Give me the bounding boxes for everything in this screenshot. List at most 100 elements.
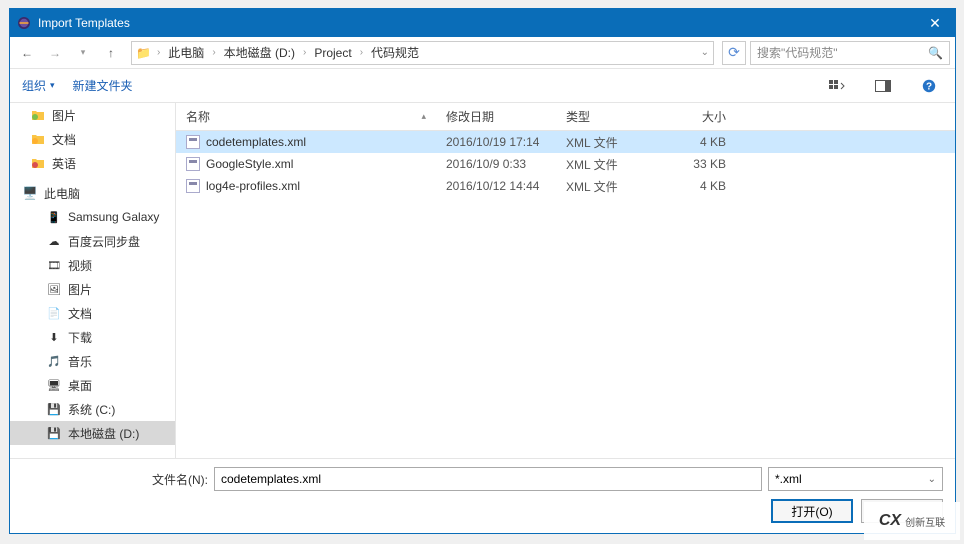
file-row[interactable]: codetemplates.xml2016/10/19 17:14XML 文件4…	[176, 131, 955, 153]
sidebar-item[interactable]: 🎞 视频	[10, 253, 175, 277]
xml-file-icon	[186, 179, 200, 193]
sidebar-quick-item[interactable]: 图片	[10, 103, 175, 127]
sidebar-quick-item[interactable]: 英语	[10, 151, 175, 175]
device-icon: 💾	[46, 401, 62, 417]
col-size-header[interactable]: 大小	[676, 103, 736, 130]
xml-file-icon	[186, 157, 200, 171]
device-icon: 📱	[46, 209, 62, 225]
sidebar-item-label: 下载	[68, 329, 92, 346]
svg-text:?: ?	[926, 81, 932, 92]
search-input[interactable]: 搜索"代码规范" 🔍	[750, 41, 950, 65]
crumb-drive[interactable]: 本地磁盘 (D:)	[220, 44, 299, 61]
search-placeholder: 搜索"代码规范"	[757, 44, 838, 61]
device-icon: 🎞	[46, 257, 62, 273]
help-button[interactable]: ?	[915, 76, 943, 96]
open-button[interactable]: 打开(O)	[771, 499, 853, 523]
window-title: Import Templates	[38, 16, 130, 30]
device-icon: ⬇	[46, 329, 62, 345]
footer: 文件名(N): *.xml ⌄ 打开(O)	[10, 458, 955, 533]
file-size: 33 KB	[676, 153, 736, 175]
titlebar: Import Templates ✕	[10, 9, 955, 37]
watermark: CX 创新互联	[864, 502, 960, 540]
chevron-right-icon: ›	[210, 47, 217, 58]
sidebar-item[interactable]: ☁ 百度云同步盘	[10, 229, 175, 253]
sidebar-item[interactable]: 📄 文档	[10, 301, 175, 325]
chevron-right-icon: ›	[155, 47, 162, 58]
sidebar-item-label: 此电脑	[44, 185, 80, 202]
file-name: GoogleStyle.xml	[206, 157, 293, 171]
sidebar-item[interactable]: 📱 Samsung Galaxy	[10, 205, 175, 229]
device-icon: 🖥	[46, 377, 62, 393]
sidebar-item-label: 桌面	[68, 377, 92, 394]
folder-icon	[30, 155, 46, 171]
device-icon: 📄	[46, 305, 62, 321]
device-icon: ☁	[46, 233, 62, 249]
chevron-right-icon: ›	[301, 47, 308, 58]
file-size: 4 KB	[676, 131, 736, 153]
sidebar-item-label: 文档	[68, 305, 92, 322]
sidebar-item[interactable]: 💾 本地磁盘 (D:)	[10, 421, 175, 445]
sidebar-item-label: 本地磁盘 (D:)	[68, 425, 139, 442]
crumb-last[interactable]: 代码规范	[367, 44, 423, 61]
breadcrumb[interactable]: 📁 › 此电脑 › 本地磁盘 (D:) › Project › 代码规范 ⌄	[131, 41, 714, 65]
forward-button[interactable]: →	[43, 41, 67, 65]
watermark-logo: CX	[879, 512, 901, 530]
column-headers: 名称▴ 修改日期 类型 大小	[176, 103, 955, 131]
file-row[interactable]: GoogleStyle.xml 2016/10/9 0:33XML 文件33 KB	[176, 153, 955, 175]
recent-dropdown[interactable]: ▾	[71, 41, 95, 65]
sidebar: 图片文档英语🖥️此电脑📱Samsung Galaxy☁百度云同步盘🎞视频🖼图片📄…	[10, 103, 176, 458]
sidebar-item-label: 视频	[68, 257, 92, 274]
file-size: 4 KB	[676, 175, 736, 197]
file-date: 2016/10/19 17:14	[436, 131, 556, 153]
filename-input[interactable]	[214, 467, 762, 491]
file-row[interactable]: log4e-profiles.xml2016/10/12 14:44XML 文件…	[176, 175, 955, 197]
sidebar-item-label: 音乐	[68, 353, 92, 370]
file-rows: codetemplates.xml2016/10/19 17:14XML 文件4…	[176, 131, 955, 197]
up-button[interactable]: ↑	[99, 41, 123, 65]
file-type: XML 文件	[556, 175, 676, 197]
refresh-button[interactable]: ⟳	[722, 41, 746, 65]
close-button[interactable]: ✕	[915, 9, 955, 37]
new-folder-button[interactable]: 新建文件夹	[73, 77, 133, 94]
sidebar-item-label: 系统 (C:)	[68, 401, 115, 418]
sidebar-item[interactable]: 🖼图片	[10, 277, 175, 301]
folder-icon: 📁	[136, 46, 151, 60]
sidebar-item-label: 文档	[52, 131, 76, 148]
organize-menu[interactable]: 组织 ▾	[22, 77, 55, 94]
sidebar-item-label: 图片	[52, 107, 76, 124]
chevron-down-icon: ▾	[50, 80, 55, 91]
device-icon: 💾	[46, 425, 62, 441]
file-type: XML 文件	[556, 131, 676, 153]
back-button[interactable]: ←	[15, 41, 39, 65]
sidebar-item[interactable]: 💾 系统 (C:)	[10, 397, 175, 421]
body: 图片文档英语🖥️此电脑📱Samsung Galaxy☁百度云同步盘🎞视频🖼图片📄…	[10, 103, 955, 458]
toolbar: 组织 ▾ 新建文件夹 ?	[10, 69, 955, 103]
preview-pane-button[interactable]	[869, 76, 897, 96]
chevron-down-icon[interactable]: ⌄	[701, 47, 709, 58]
file-name: log4e-profiles.xml	[206, 179, 300, 193]
crumb-project[interactable]: Project	[310, 46, 355, 60]
filename-label: 文件名(N):	[138, 471, 208, 488]
crumb-root[interactable]: 此电脑	[164, 44, 208, 61]
sidebar-item[interactable]: 🖥 桌面	[10, 373, 175, 397]
nav-row: ← → ▾ ↑ 📁 › 此电脑 › 本地磁盘 (D:) › Project › …	[10, 37, 955, 69]
sidebar-computer[interactable]: 🖥️此电脑	[10, 181, 175, 205]
eclipse-icon	[16, 15, 32, 31]
col-type-header[interactable]: 类型	[556, 103, 676, 130]
search-icon: 🔍	[928, 46, 943, 60]
sidebar-item-label: 百度云同步盘	[68, 233, 140, 250]
sidebar-item[interactable]: 🎵音乐	[10, 349, 175, 373]
view-options-button[interactable]	[823, 76, 851, 96]
folder-icon	[30, 131, 46, 147]
sidebar-quick-item[interactable]: 文档	[10, 127, 175, 151]
col-date-header[interactable]: 修改日期	[436, 103, 556, 130]
sidebar-item-label: 英语	[52, 155, 76, 172]
filetype-filter[interactable]: *.xml ⌄	[768, 467, 943, 491]
sidebar-item-label: Samsung Galaxy	[68, 210, 159, 224]
sidebar-item[interactable]: ⬇ 下载	[10, 325, 175, 349]
file-type: XML 文件	[556, 153, 676, 175]
file-list: 名称▴ 修改日期 类型 大小 codetemplates.xml2016/10/…	[176, 103, 955, 458]
sort-indicator: ▴	[421, 111, 426, 122]
file-date: 2016/10/9 0:33	[436, 153, 556, 175]
col-name-header[interactable]: 名称▴	[176, 103, 436, 130]
